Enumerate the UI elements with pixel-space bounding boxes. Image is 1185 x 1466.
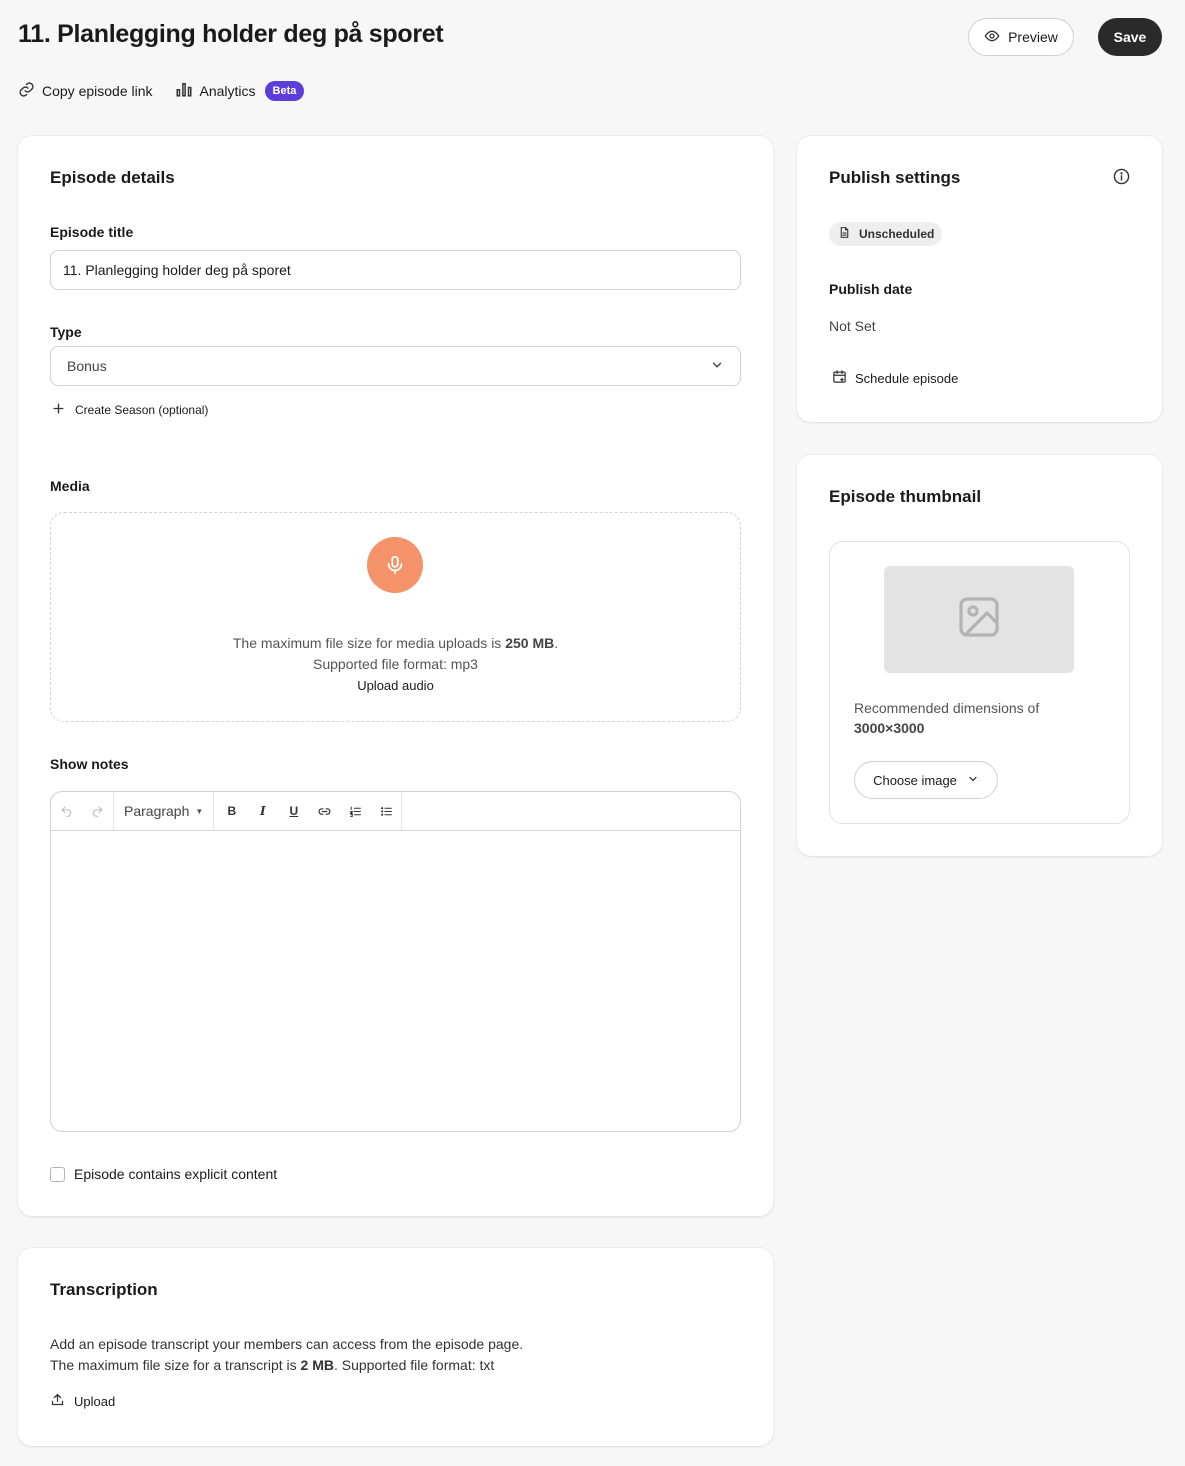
preview-label: Preview <box>1008 29 1058 45</box>
transcription-description: Add an episode transcript your members c… <box>50 1336 524 1373</box>
episode-subnav: Copy episode link Analytics Beta <box>18 80 305 101</box>
publish-date-label: Publish date <box>829 281 913 297</box>
thumbnail-upload-area: Recommended dimensions of 3000×3000 Choo… <box>829 541 1130 824</box>
chevron-down-icon <box>710 358 724 375</box>
copy-episode-link[interactable]: Copy episode link <box>18 81 153 101</box>
status-badge-label: Unscheduled <box>859 227 935 241</box>
info-icon[interactable] <box>1113 168 1130 190</box>
show-notes-content-area[interactable] <box>51 831 740 1131</box>
editor-toolbar: Paragraph ▼ B I U <box>51 792 740 831</box>
link-icon <box>18 81 35 101</box>
choose-image-button[interactable]: Choose image <box>854 761 998 799</box>
explicit-content-label: Episode contains explicit content <box>74 1166 278 1182</box>
episode-thumbnail-card: Episode thumbnail Recommended dimensions… <box>797 455 1162 856</box>
type-select[interactable]: Bonus <box>50 346 741 386</box>
upload-audio-button[interactable]: Upload audio <box>51 678 740 693</box>
show-notes-editor: Paragraph ▼ B I U <box>50 791 741 1132</box>
beta-badge: Beta <box>264 80 305 101</box>
preview-button[interactable]: Preview <box>968 18 1074 56</box>
media-label: Media <box>50 478 90 494</box>
image-icon <box>955 593 1003 646</box>
paragraph-style-label: Paragraph <box>124 803 190 819</box>
copy-link-label: Copy episode link <box>42 82 153 99</box>
microphone-icon[interactable] <box>367 537 423 593</box>
bold-icon[interactable]: B <box>216 792 247 830</box>
media-max-size-text: The maximum file size for media uploads … <box>232 635 559 651</box>
eye-icon <box>984 28 1000 47</box>
analytics-link[interactable]: Analytics Beta <box>175 80 305 101</box>
bar-chart-icon <box>175 80 193 101</box>
transcription-card: Transcription Add an episode transcript … <box>18 1248 773 1446</box>
redo-icon[interactable] <box>82 792 113 830</box>
upload-label: Upload <box>74 1393 116 1409</box>
image-placeholder[interactable] <box>884 566 1074 673</box>
create-season-button[interactable]: Create Season (optional) <box>52 402 208 418</box>
save-button[interactable]: Save <box>1098 18 1162 56</box>
undo-icon[interactable] <box>51 792 82 830</box>
media-dropzone[interactable]: The maximum file size for media uploads … <box>50 512 741 722</box>
plus-icon <box>52 402 65 418</box>
episode-details-title: Episode details <box>50 168 175 187</box>
analytics-label: Analytics <box>199 82 256 99</box>
page-title: 11. Planlegging holder deg på sporet <box>18 20 444 48</box>
upload-transcript-button[interactable]: Upload <box>50 1392 115 1410</box>
upload-icon <box>50 1392 65 1410</box>
media-format-text: Supported file format: mp3 <box>313 656 478 672</box>
bullet-list-icon[interactable] <box>371 792 403 830</box>
type-select-value: Bonus <box>67 358 107 374</box>
publish-date-value: Not Set <box>829 318 876 334</box>
episode-thumbnail-title: Episode thumbnail <box>829 487 982 506</box>
italic-icon[interactable]: I <box>247 792 278 830</box>
chevron-down-icon <box>967 773 979 788</box>
calendar-icon <box>832 369 847 387</box>
recommended-dimensions-text: Recommended dimensions of 3000×3000 <box>854 700 1040 736</box>
create-season-label: Create Season (optional) <box>75 403 209 417</box>
ordered-list-icon[interactable] <box>340 792 371 830</box>
explicit-content-option: Episode contains explicit content <box>50 1166 277 1182</box>
document-icon <box>838 226 851 242</box>
paragraph-style-dropdown[interactable]: Paragraph ▼ <box>113 792 215 830</box>
status-badge: Unscheduled <box>829 222 943 246</box>
choose-image-label: Choose image <box>873 772 957 788</box>
schedule-episode-button[interactable]: Schedule episode <box>832 369 958 387</box>
link-icon[interactable] <box>309 792 340 830</box>
schedule-episode-label: Schedule episode <box>855 370 959 386</box>
caret-down-icon: ▼ <box>195 806 204 816</box>
episode-title-input[interactable]: 11. Planlegging holder deg på sporet <box>50 250 741 290</box>
episode-details-card: Episode details Episode title 11. Planle… <box>18 136 773 1216</box>
type-label: Type <box>50 324 82 340</box>
transcription-title: Transcription <box>50 1280 158 1299</box>
underline-icon[interactable]: U <box>278 792 309 830</box>
explicit-content-checkbox[interactable] <box>50 1166 65 1182</box>
publish-settings-card: Publish settings Unscheduled Publish dat… <box>797 136 1162 422</box>
show-notes-label: Show notes <box>50 756 129 772</box>
episode-title-label: Episode title <box>50 224 134 240</box>
publish-settings-title: Publish settings <box>829 168 961 187</box>
